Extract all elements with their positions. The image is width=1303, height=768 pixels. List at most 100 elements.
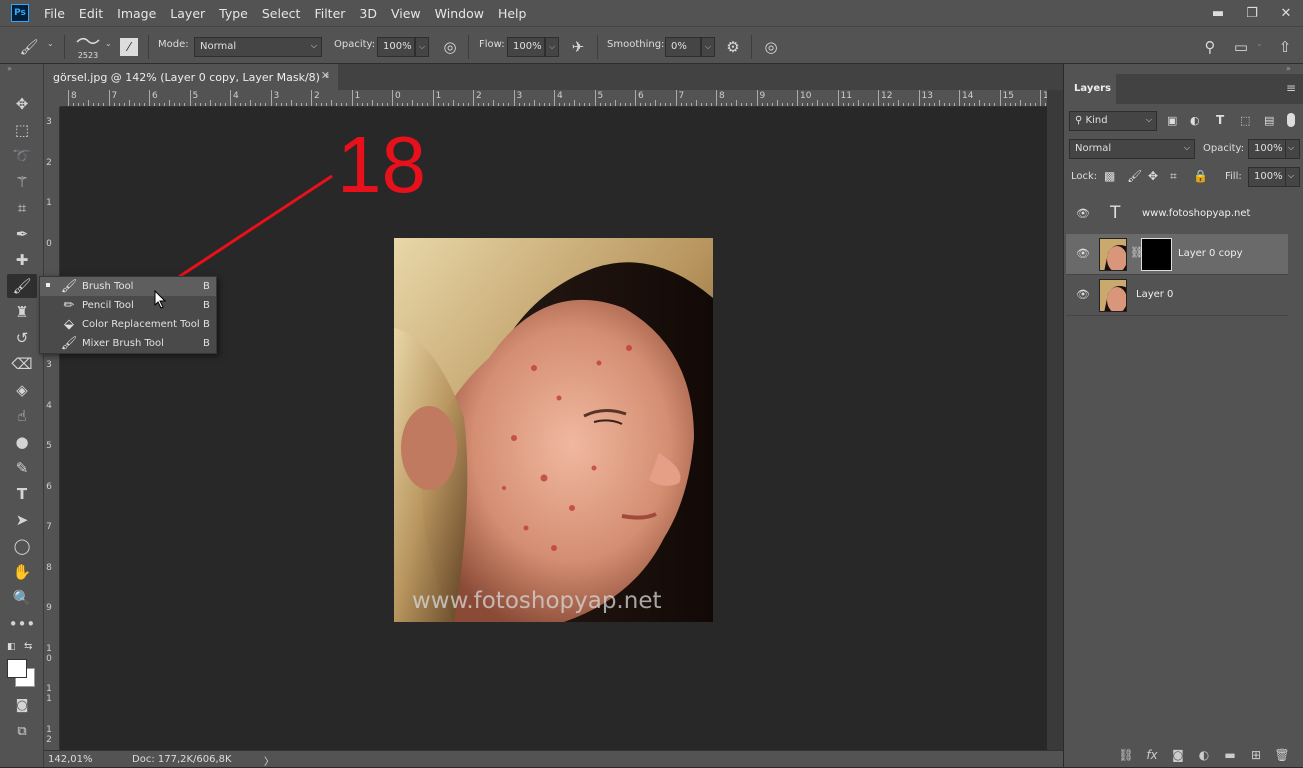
layer-opacity-field[interactable]: 100%	[1248, 139, 1286, 159]
brush-size-chevron[interactable]: ⌄	[105, 39, 112, 48]
paint-bucket-tool-icon[interactable]: ◈	[7, 378, 37, 402]
tool-preset-chevron[interactable]: ⌄	[47, 39, 54, 48]
hand-tool-icon[interactable]: ✋	[7, 560, 37, 584]
menu-view[interactable]: View	[384, 6, 428, 21]
flyout-item-brush-tool[interactable]: 🖌 Brush Tool B	[40, 277, 216, 296]
screen-mode-icon[interactable]: ⧉	[7, 720, 37, 744]
vertical-ruler[interactable]: 3210123456789101112	[44, 107, 60, 750]
smoothing-dropdown-icon[interactable]: ⌵	[701, 37, 715, 57]
airbrush-icon[interactable]: ✈	[567, 36, 589, 58]
close-button[interactable]: ✕	[1269, 0, 1303, 26]
path-selection-tool-icon[interactable]: ➤	[7, 508, 37, 532]
more-tools-icon[interactable]: •••	[7, 612, 37, 636]
menu-file[interactable]: File	[37, 6, 72, 21]
layer-opacity-dropdown-icon[interactable]: ⌵	[1285, 139, 1300, 159]
adjustment-layer-icon[interactable]: ◐	[1194, 748, 1214, 762]
mode-select[interactable]: Normal ⌵	[194, 37, 322, 57]
menu-window[interactable]: Window	[428, 6, 491, 21]
clone-stamp-tool-icon[interactable]: ♜	[7, 300, 37, 324]
foreground-color-swatch[interactable]	[7, 659, 27, 678]
flyout-item-mixer-brush-tool[interactable]: 🖌 Mixer Brush Tool B	[40, 334, 216, 353]
flow-dropdown-icon[interactable]: ⌵	[545, 37, 559, 57]
menu-edit[interactable]: Edit	[72, 6, 110, 21]
collapse-panel-icon[interactable]: »	[1286, 64, 1291, 73]
document-image[interactable]: www.fotoshopyap.net	[394, 238, 713, 622]
lock-artboard-icon[interactable]: ⌗	[1170, 169, 1177, 184]
menu-filter[interactable]: Filter	[307, 6, 352, 21]
panel-menu-icon[interactable]: ≡	[1286, 81, 1296, 95]
layer-style-icon[interactable]: fx	[1142, 748, 1162, 762]
lock-image-icon[interactable]: 🖌	[1127, 169, 1142, 183]
visibility-eye-icon[interactable]: 👁	[1076, 288, 1090, 301]
pen-tool-icon[interactable]: ✎	[7, 456, 37, 480]
link-layers-icon[interactable]: ⛓	[1116, 748, 1136, 762]
close-tab-icon[interactable]: ✕	[321, 69, 330, 82]
zoom-level[interactable]: 142,01%	[48, 754, 93, 765]
type-tool-icon[interactable]: T	[7, 482, 37, 506]
horizontal-ruler[interactable]: 8765432101234567891011121314151	[60, 90, 1047, 107]
workspace-chevron[interactable]: ⌄	[1256, 39, 1263, 48]
search-icon[interactable]: ⚲	[1199, 36, 1221, 58]
status-menu-arrow[interactable]: 〉	[264, 753, 274, 768]
lock-transparent-icon[interactable]: ▩	[1104, 169, 1115, 183]
blend-mode-select[interactable]: Normal ⌵	[1069, 139, 1195, 159]
pressure-opacity-icon[interactable]: ◎	[439, 36, 461, 58]
menu-image[interactable]: Image	[110, 6, 163, 21]
filter-adjustment-icon[interactable]: ◐	[1190, 114, 1200, 127]
filter-smart-object-icon[interactable]: ▤	[1264, 114, 1274, 127]
layer-mask-thumbnail[interactable]	[1141, 238, 1172, 271]
flyout-item-color-replacement-tool[interactable]: ⬙ Color Replacement Tool B	[40, 315, 216, 334]
gear-icon[interactable]: ⚙	[722, 36, 744, 58]
workspace-icon[interactable]: ▭	[1230, 36, 1252, 58]
dodge-tool-icon[interactable]: ●	[7, 430, 37, 454]
brush-settings-icon[interactable]: ⁄	[120, 38, 138, 56]
filter-pixel-icon[interactable]: ▣	[1167, 114, 1177, 127]
magic-wand-tool-icon[interactable]: ⚚	[7, 170, 37, 194]
move-tool-icon[interactable]: ✥	[7, 92, 37, 116]
lasso-tool-icon[interactable]: ➰	[7, 144, 37, 168]
brush-size-picker[interactable]: 2523	[73, 34, 103, 60]
restore-button[interactable]: ❐	[1235, 0, 1269, 26]
layer-row-text[interactable]: 👁 T www.fotoshopyap.net	[1066, 194, 1288, 235]
layer-row-layer-0-copy[interactable]: 👁 ⛓ Layer 0 copy	[1066, 234, 1288, 275]
filter-toggle[interactable]	[1287, 113, 1295, 127]
ellipse-tool-icon[interactable]: ◯	[7, 534, 37, 558]
opacity-dropdown-icon[interactable]: ⌵	[415, 37, 429, 57]
quick-mask-icon[interactable]: ◙	[7, 694, 37, 718]
brush-tool-icon[interactable]: 🖌	[7, 274, 37, 298]
smudge-tool-icon[interactable]: ☝	[7, 404, 37, 428]
visibility-eye-icon[interactable]: 👁	[1076, 247, 1090, 260]
brush-preset-icon[interactable]: 🖌	[18, 36, 40, 58]
default-colors-icon[interactable]: ◧	[7, 642, 16, 652]
history-brush-tool-icon[interactable]: ↺	[7, 326, 37, 350]
document-tab[interactable]: görsel.jpg @ 142% (Layer 0 copy, Layer M…	[44, 64, 338, 90]
add-mask-icon[interactable]: ◙	[1168, 748, 1188, 762]
pressure-size-icon[interactable]: ◎	[760, 36, 782, 58]
opacity-field[interactable]: 100%	[377, 37, 415, 57]
eyedropper-tool-icon[interactable]: ✒	[7, 222, 37, 246]
delete-layer-icon[interactable]: 🗑	[1272, 748, 1292, 762]
filter-kind-select[interactable]: ⚲ Kind ⌵	[1069, 111, 1157, 131]
eraser-tool-icon[interactable]: ⌫	[7, 352, 37, 376]
flow-field[interactable]: 100%	[507, 37, 545, 57]
lock-position-icon[interactable]: ✥	[1148, 169, 1158, 183]
menu-select[interactable]: Select	[255, 6, 308, 21]
healing-brush-tool-icon[interactable]: ✚	[7, 248, 37, 272]
marquee-tool-icon[interactable]: ⬚	[7, 118, 37, 142]
flyout-item-pencil-tool[interactable]: ✏ Pencil Tool B	[40, 296, 216, 315]
layer-row-layer-0[interactable]: 👁 Layer 0	[1066, 275, 1288, 316]
lock-all-icon[interactable]: 🔒	[1193, 169, 1208, 183]
tab-layers[interactable]: Layers	[1064, 74, 1116, 104]
fill-dropdown-icon[interactable]: ⌵	[1285, 167, 1300, 187]
fill-field[interactable]: 100%	[1248, 167, 1286, 187]
new-layer-icon[interactable]: ⊞	[1246, 748, 1266, 762]
share-icon[interactable]: ⇧	[1274, 36, 1296, 58]
crop-tool-icon[interactable]: ⌗	[7, 196, 37, 220]
new-group-icon[interactable]: ▬	[1220, 748, 1240, 762]
menu-3d[interactable]: 3D	[352, 6, 384, 21]
swap-colors-icon[interactable]: ⇆	[24, 641, 32, 652]
smoothing-field[interactable]: 0%	[665, 37, 701, 57]
visibility-eye-icon[interactable]: 👁	[1076, 207, 1090, 220]
menu-layer[interactable]: Layer	[163, 6, 212, 21]
menu-help[interactable]: Help	[491, 6, 534, 21]
